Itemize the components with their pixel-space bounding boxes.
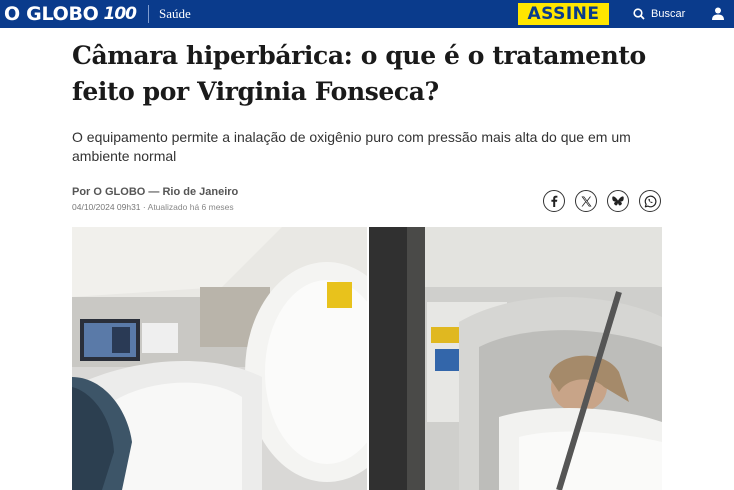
user-account-button[interactable] <box>712 7 724 25</box>
logo-text: O GLOBO <box>4 2 99 25</box>
article-dateline: 04/10/2024 09h31 · Atualizado há 6 meses <box>72 202 234 212</box>
share-facebook-button[interactable] <box>543 190 565 212</box>
article-photo-right[interactable] <box>369 227 662 490</box>
article-byline: Por O GLOBO — Rio de Janeiro <box>72 186 239 198</box>
bluesky-icon <box>612 195 624 205</box>
search-icon <box>633 8 645 20</box>
subscribe-button[interactable]: ASSINE <box>518 3 609 25</box>
article-subtitle: O equipamento permite a inalação de oxig… <box>72 129 631 164</box>
article-title: Câmara hiperbárica: o que é o tratamento… <box>72 38 672 110</box>
published-date: 04/10/2024 09h31 <box>72 202 141 212</box>
whatsapp-icon <box>644 195 656 207</box>
top-bar: O GLOBO 100 Saúde <box>0 0 734 28</box>
search-label: Buscar <box>651 8 686 20</box>
header-divider <box>147 5 149 23</box>
hyperbaric-chamber-photo-right <box>369 227 662 490</box>
facebook-icon <box>551 195 558 207</box>
share-x-button[interactable] <box>575 190 597 212</box>
section-link[interactable]: Saúde <box>159 6 191 22</box>
logo-anniversary: 100 <box>103 3 136 24</box>
x-icon <box>581 196 591 206</box>
article-title-line-1: Câmara hiperbárica: o que é o tratamento <box>72 41 646 70</box>
site-logo[interactable]: O GLOBO 100 <box>4 2 137 25</box>
share-bluesky-button[interactable] <box>607 190 629 212</box>
updated-date: Atualizado há 6 meses <box>147 202 234 212</box>
search-button[interactable]: Buscar <box>633 5 685 23</box>
share-buttons <box>543 190 661 212</box>
share-whatsapp-button[interactable] <box>639 190 661 212</box>
article-photo-left[interactable] <box>72 227 367 490</box>
user-icon <box>712 7 724 20</box>
article-title-line-2: feito por Virginia Fonseca? <box>72 77 439 106</box>
hyperbaric-chamber-photo-left <box>72 227 367 490</box>
